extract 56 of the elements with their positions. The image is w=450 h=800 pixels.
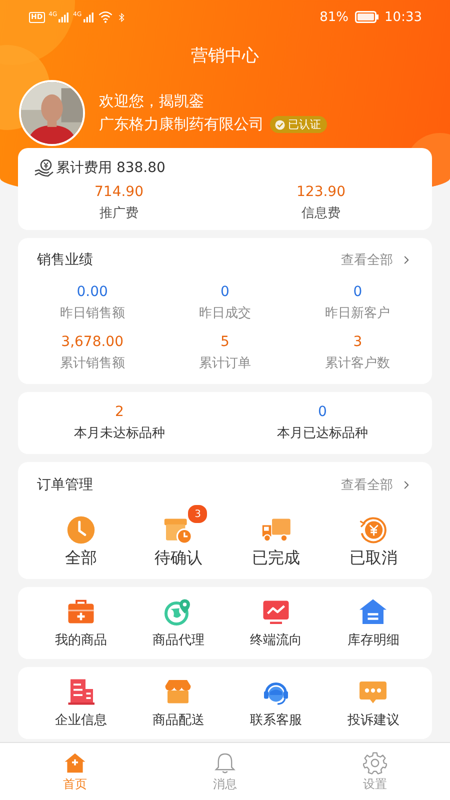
signal-icon xyxy=(58,12,70,22)
clock-time: 10:33 xyxy=(384,10,422,24)
signal-icon xyxy=(82,12,94,22)
fee-value: 714.90 xyxy=(94,183,144,202)
total-fee: 累计费用 838.80 xyxy=(56,159,166,177)
battery-icon xyxy=(354,11,379,23)
section-title: 订单管理 xyxy=(37,476,93,494)
battery-level: 81% xyxy=(320,10,349,24)
stat-label: 本月已达标品种 xyxy=(277,425,368,443)
stat-label: 累计销售额 xyxy=(60,355,125,373)
welcome-text: 欢迎您，揭凯銮 xyxy=(99,92,205,111)
stat-value: 3 xyxy=(353,333,362,352)
menu-item[interactable]: 终端流向 xyxy=(227,597,324,649)
menu-item[interactable]: 联系客服 xyxy=(227,677,324,729)
bluetooth-icon xyxy=(116,10,126,24)
home-icon xyxy=(63,750,87,774)
order-status-button[interactable]: 3 待确认 xyxy=(130,504,227,569)
clock-icon xyxy=(64,514,97,546)
wifi-icon xyxy=(98,10,113,24)
company-name: 广东格力康制药有限公司 xyxy=(99,115,264,134)
stat-value: 0 xyxy=(353,283,362,302)
yen-coin-icon xyxy=(357,514,390,546)
stat-value: 3,678.00 xyxy=(61,333,124,352)
stat-label: 昨日销售额 xyxy=(60,305,125,323)
menu-item[interactable]: 企业信息 xyxy=(32,677,130,729)
menu-item[interactable]: 库存明细 xyxy=(324,597,422,649)
stat-label: 累计订单 xyxy=(198,355,251,373)
stat-label: 昨日成交 xyxy=(198,305,251,323)
stat-value: 5 xyxy=(220,333,230,352)
fee-value: 123.90 xyxy=(296,183,346,202)
building-icon xyxy=(66,677,96,707)
settings-icon xyxy=(363,750,387,774)
order-status-button[interactable]: 已完成 xyxy=(227,504,324,569)
menu-item[interactable]: 商品代理 xyxy=(130,597,227,649)
order-status-button[interactable]: 全部 xyxy=(32,504,130,569)
page-title: 营销中心 xyxy=(190,45,260,68)
menu-item[interactable]: 商品配送 xyxy=(130,677,227,729)
verified-badge: 已认证 xyxy=(270,116,327,133)
stat-value: 0.00 xyxy=(76,283,108,302)
count-badge: 3 xyxy=(187,504,208,524)
stat-label: 本月未达标品种 xyxy=(74,425,165,443)
stat-value: 2 xyxy=(115,403,124,422)
menu-item[interactable]: 投诉建议 xyxy=(324,677,422,729)
stat-value: 0 xyxy=(220,283,230,302)
stat-label: 累计客户数 xyxy=(325,355,390,373)
fee-label: 推广费 xyxy=(100,205,138,223)
check-icon xyxy=(274,118,286,130)
order-status-button[interactable]: 已取消 xyxy=(324,504,422,569)
bell-icon xyxy=(213,750,237,774)
fee-label: 信息费 xyxy=(302,205,340,223)
money-hand-icon xyxy=(34,158,54,178)
house-icon xyxy=(358,597,388,627)
menu-item[interactable]: 我的商品 xyxy=(32,597,130,649)
stat-label: 昨日新客户 xyxy=(325,305,390,323)
stat-value: 0 xyxy=(318,403,327,422)
section-title: 销售业绩 xyxy=(37,251,93,269)
